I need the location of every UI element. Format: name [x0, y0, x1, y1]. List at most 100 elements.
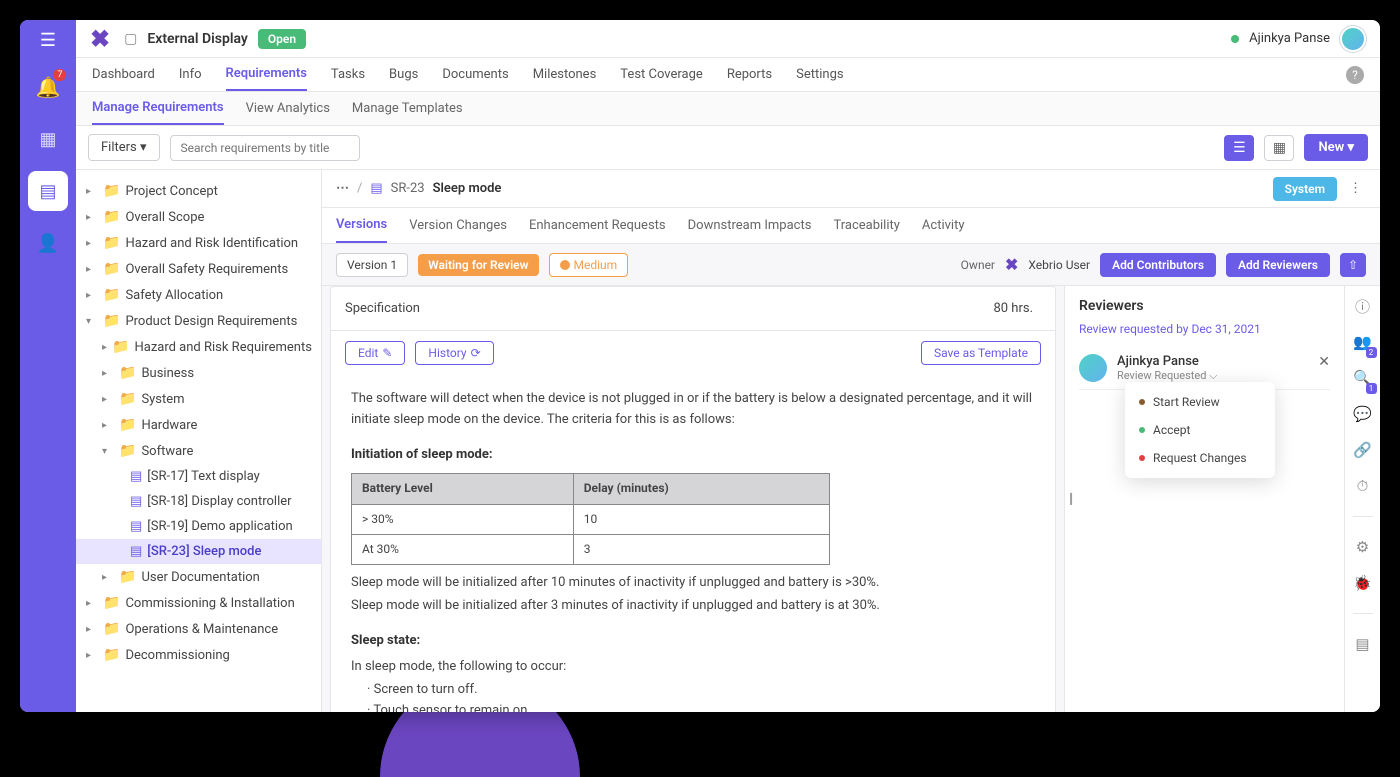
breadcrumb-more[interactable]: ⋯: [336, 181, 349, 196]
folder-icon: 📁: [103, 235, 120, 251]
tree-folder[interactable]: ▾📁Software: [76, 438, 321, 464]
tab-milestones[interactable]: Milestones: [533, 59, 597, 90]
tab-bugs[interactable]: Bugs: [389, 59, 418, 90]
subtab-manage-requirements[interactable]: Manage Requirements: [92, 92, 224, 125]
clock-icon[interactable]: ⏱: [1353, 476, 1373, 496]
chevron-right-icon: ▸: [86, 264, 98, 275]
info-icon[interactable]: ⓘ: [1353, 296, 1373, 316]
chevron-right-icon: ▸: [86, 598, 98, 609]
tree-item-label: [SR-17] Text display: [147, 469, 260, 484]
folder-icon: 📁: [103, 647, 120, 663]
view-toggle-list[interactable]: ☰: [1224, 135, 1254, 161]
owner-name: Xebrio User: [1028, 258, 1090, 272]
tree-doc[interactable]: ▤ [SR-17] Text display: [76, 464, 321, 489]
detail-tab-version-changes[interactable]: Version Changes: [409, 209, 507, 242]
chevron-right-icon: ▸: [86, 212, 98, 223]
tree-folder[interactable]: ▸📁User Documentation: [76, 564, 321, 590]
people-icon[interactable]: 👥2: [1353, 332, 1373, 352]
detail-tab-versions[interactable]: Versions: [336, 208, 387, 243]
detail-tab-activity[interactable]: Activity: [922, 209, 965, 242]
search-input[interactable]: [170, 135, 360, 161]
tree-folder[interactable]: ▸📁Overall Safety Requirements: [76, 256, 321, 282]
doc-icon: ▤: [130, 519, 142, 534]
doc-icon[interactable]: ▤: [1353, 634, 1373, 654]
spec-sleep-list: Screen to turn off.Touch sensor to remai…: [351, 680, 1035, 712]
logo-icon: ✖: [90, 25, 110, 53]
avatar[interactable]: [1340, 26, 1366, 52]
rail-item-2[interactable]: ▤: [28, 171, 68, 211]
share-button[interactable]: ⇧: [1340, 253, 1366, 277]
tab-dashboard[interactable]: Dashboard: [92, 59, 155, 90]
link-icon[interactable]: 🔗: [1353, 440, 1373, 460]
doc-icon: ▤: [130, 469, 142, 484]
spec-note2: Sleep mode will be initialized after 3 m…: [351, 596, 1035, 617]
menu-item-accept[interactable]: Accept: [1125, 416, 1275, 444]
tree-folder[interactable]: ▸📁Hazard and Risk Identification: [76, 230, 321, 256]
menu-item-request-changes[interactable]: Request Changes: [1125, 444, 1275, 472]
reviewer-status-dropdown[interactable]: Review Requested ⌵: [1117, 369, 1308, 383]
tab-documents[interactable]: Documents: [442, 59, 508, 90]
edit-button[interactable]: Edit ✎: [345, 341, 405, 365]
filters-button[interactable]: Filters ▾: [88, 134, 160, 161]
tree-folder[interactable]: ▸📁Hazard and Risk Requirements: [76, 334, 321, 360]
chevron-right-icon: ▸: [102, 342, 107, 353]
rail-item-3[interactable]: 👤: [28, 223, 68, 263]
add-reviewers-button[interactable]: Add Reviewers: [1226, 253, 1330, 277]
main-content: ✖ ▢ External Display Open Ajinkya Panse …: [76, 20, 1380, 712]
subtab-manage-templates[interactable]: Manage Templates: [352, 93, 463, 124]
tree-doc[interactable]: ▤[SR-19] Demo application: [76, 514, 321, 539]
tree-doc[interactable]: ▤[SR-23] Sleep mode: [76, 539, 321, 564]
tree-folder[interactable]: ▸📁Decommissioning: [76, 642, 321, 668]
tree-item-label: Software: [141, 444, 193, 459]
system-button[interactable]: System: [1273, 177, 1337, 201]
detail-tab-downstream-impacts[interactable]: Downstream Impacts: [688, 209, 812, 242]
more-menu[interactable]: ⋮: [1345, 177, 1366, 200]
tree-folder[interactable]: ▸📁Commissioning & Installation: [76, 590, 321, 616]
detail-tabs: Versions Version Changes Enhancement Reque…: [322, 208, 1380, 244]
history-button[interactable]: History ⟳: [415, 341, 493, 365]
menu-icon[interactable]: ☰: [36, 26, 60, 55]
save-template-button[interactable]: Save as Template: [921, 341, 1041, 365]
splitter-right[interactable]: ⎹⎸: [1059, 492, 1083, 507]
tab-tasks[interactable]: Tasks: [331, 59, 365, 90]
detail-tab-traceability[interactable]: Traceability: [833, 209, 899, 242]
notifications-button[interactable]: 🔔 7: [28, 67, 69, 107]
folder-icon: 📁: [103, 183, 120, 199]
priority-chip[interactable]: Medium: [549, 253, 629, 277]
bug-icon[interactable]: 🐞: [1353, 573, 1373, 593]
tree-folder[interactable]: ▸📁System: [76, 386, 321, 412]
search-side-icon[interactable]: 🔍1: [1353, 368, 1373, 388]
tree-folder[interactable]: ▸📁Operations & Maintenance: [76, 616, 321, 642]
tree-item-label: Operations & Maintenance: [125, 622, 278, 637]
action-row: Version 1 Waiting for Review Medium Owne…: [322, 244, 1380, 286]
add-contributors-button[interactable]: Add Contributors: [1100, 253, 1216, 277]
tab-info[interactable]: Info: [179, 59, 202, 90]
review-requested-by[interactable]: Review requested by Dec 31, 2021: [1079, 322, 1330, 336]
tree-folder[interactable]: ▾📁Product Design Requirements: [76, 308, 321, 334]
comment-icon[interactable]: 💬: [1353, 404, 1373, 424]
help-icon[interactable]: ?: [1346, 66, 1364, 84]
spec-split: Specification 80 hrs. Edit ✎ History ⟳ S…: [322, 286, 1380, 712]
tree-folder[interactable]: ▸📁Overall Scope: [76, 204, 321, 230]
tab-test-coverage[interactable]: Test Coverage: [620, 59, 703, 90]
rail-item-1[interactable]: ▦: [28, 119, 68, 159]
tab-settings[interactable]: Settings: [796, 59, 843, 90]
tree-folder[interactable]: ▸📁Project Concept: [76, 178, 321, 204]
tree-item-label: Commissioning & Installation: [125, 596, 294, 611]
subtab-view-analytics[interactable]: View Analytics: [246, 93, 330, 124]
settings-icon[interactable]: ⚙: [1353, 537, 1373, 557]
menu-item-start-review[interactable]: Start Review: [1125, 388, 1275, 416]
view-toggle-card[interactable]: ▦: [1264, 135, 1294, 161]
tree-folder[interactable]: ▸📁Safety Allocation: [76, 282, 321, 308]
spec-table: Battery LevelDelay (minutes)> 30%10At 30…: [351, 473, 830, 565]
tab-requirements[interactable]: Requirements: [226, 58, 307, 91]
tab-reports[interactable]: Reports: [727, 59, 772, 90]
version-chip[interactable]: Version 1: [336, 253, 408, 277]
new-button[interactable]: New ▾: [1304, 134, 1368, 161]
detail-tab-enhancement-requests[interactable]: Enhancement Requests: [529, 209, 666, 242]
tree-folder[interactable]: ▸📁Hardware: [76, 412, 321, 438]
remove-reviewer-button[interactable]: ✕: [1318, 354, 1330, 370]
tree-folder[interactable]: ▸📁Business: [76, 360, 321, 386]
filter-row: Filters ▾ ☰ ▦ New ▾: [76, 126, 1380, 170]
tree-doc[interactable]: ▤[SR-18] Display controller: [76, 489, 321, 514]
